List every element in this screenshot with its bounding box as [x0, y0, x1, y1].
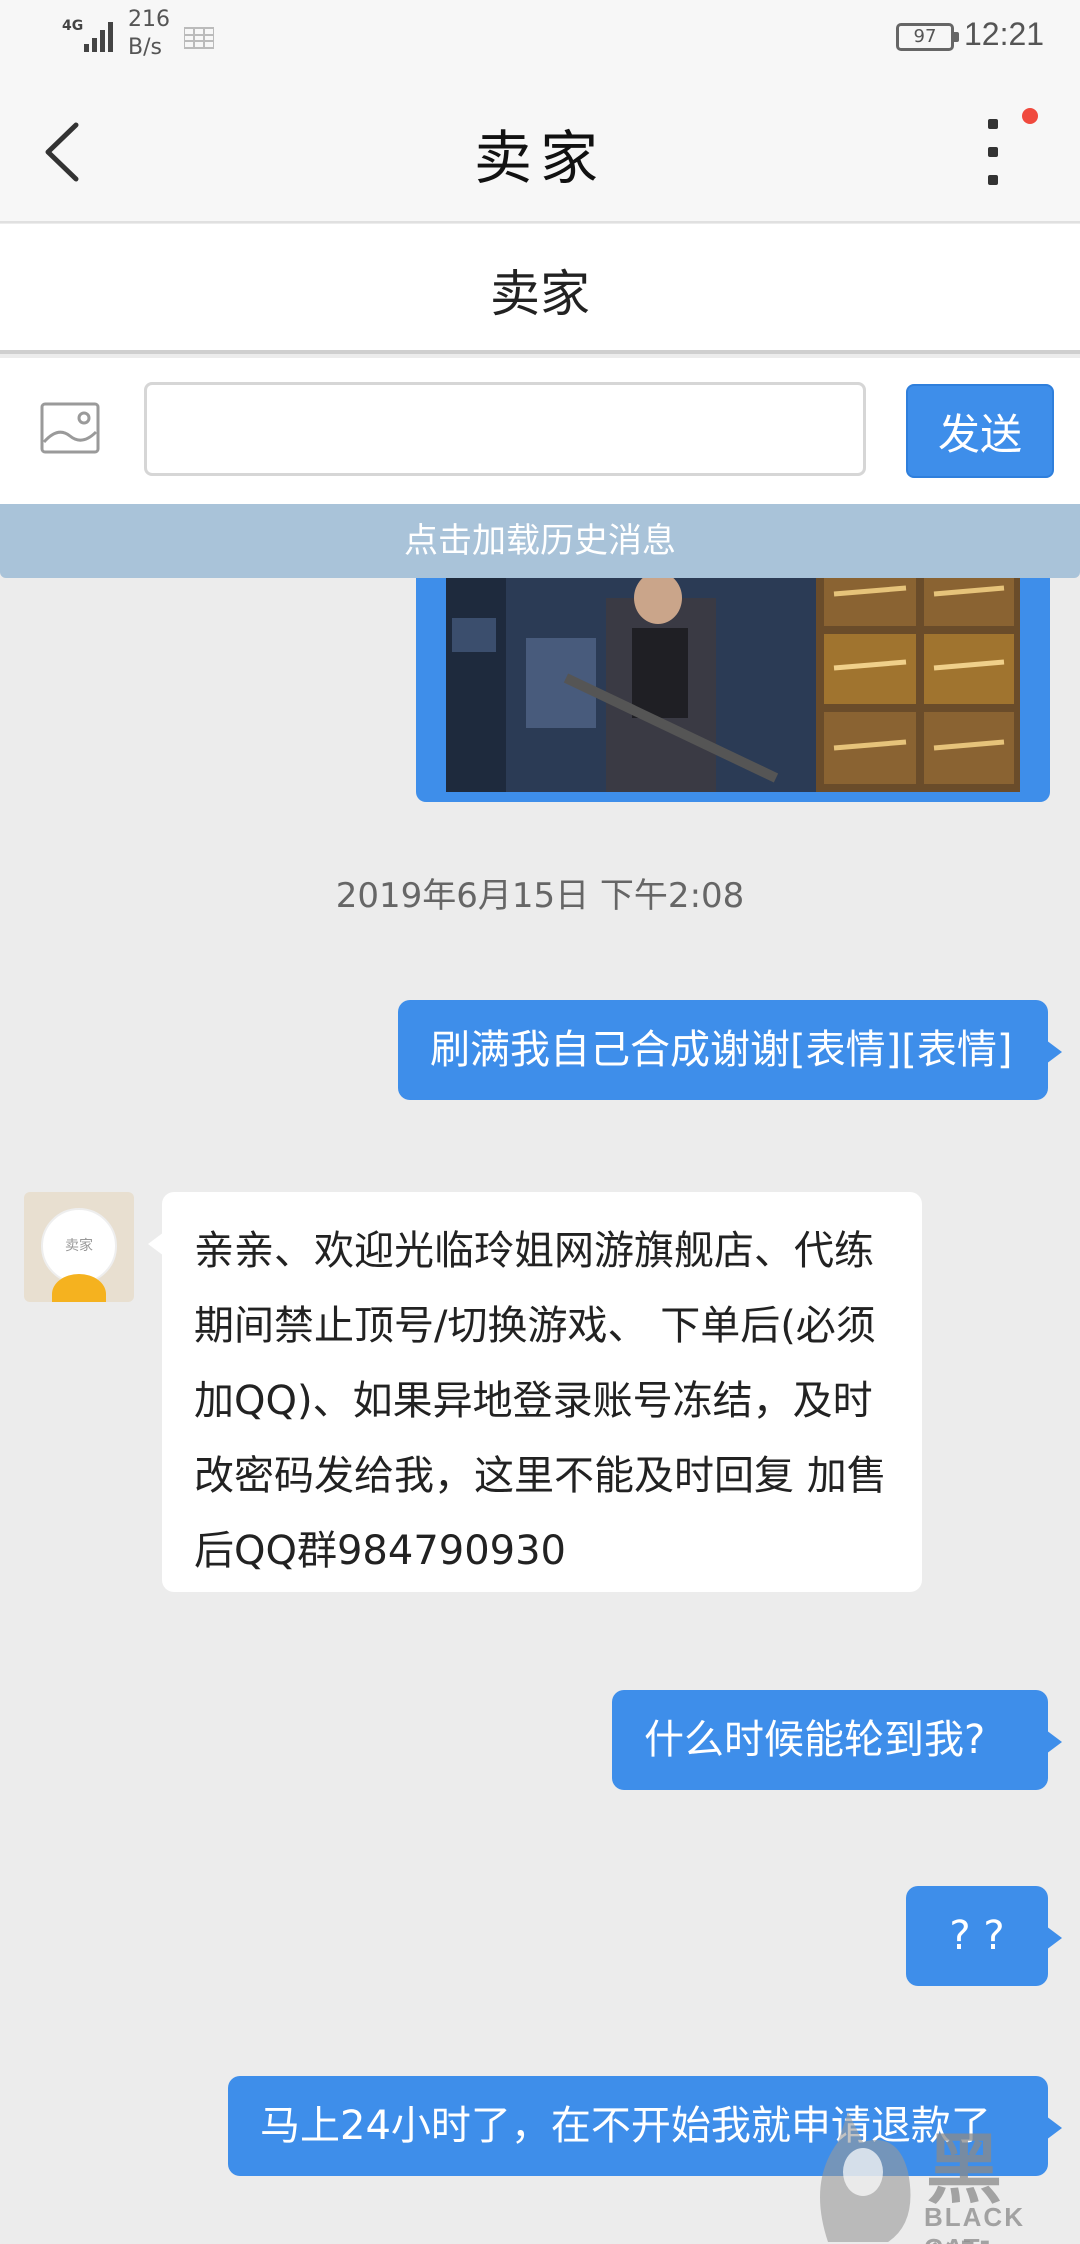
notification-dot: [1022, 108, 1038, 124]
image-icon[interactable]: [40, 402, 100, 454]
battery-indicator: 97: [896, 23, 959, 51]
chat-title: 卖家: [490, 265, 590, 323]
compose-bar: 发送: [0, 358, 1080, 504]
top-nav: 卖家: [0, 75, 1080, 223]
more-vertical-icon[interactable]: [970, 115, 1020, 195]
load-history-button[interactable]: 点击加载历史消息: [0, 504, 1080, 578]
outgoing-message[interactable]: 刷满我自己合成谢谢[表情][表情]: [398, 1000, 1062, 1100]
watermark-subtext: BLACK CAT: [924, 2202, 1025, 2244]
game-screenshot-image: [446, 578, 1020, 792]
clock: 12:21: [964, 16, 1045, 52]
notification-grid-icon: [184, 27, 214, 49]
send-button[interactable]: 发送: [906, 384, 1054, 478]
network-type: 4G: [62, 18, 84, 34]
message-timestamp: 2019年6月15日 下午2:08: [335, 876, 745, 916]
watermark-logo: 黑猫 BLACK CAT: [808, 2102, 1080, 2244]
cat-logo-icon: [820, 2112, 911, 2242]
network-speed: 216 B/s: [128, 7, 170, 60]
incoming-message[interactable]: 亲亲、欢迎光临玲姐网游旗舰店、代练期间禁止顶号/切换游戏、 下单后(必须加QQ)…: [148, 1192, 922, 1592]
seller-avatar[interactable]: 卖家: [24, 1192, 134, 1302]
chat-header: 卖家: [0, 224, 1080, 354]
status-bar: 4G 216 B/s 97 12:21: [0, 0, 1080, 75]
chat-area[interactable]: 2019年6月15日 下午2:08 刷满我自己合成谢谢[表情][表情] 卖家 亲…: [0, 578, 1080, 2244]
avatar-label: 卖家: [41, 1208, 117, 1284]
image-message[interactable]: [416, 578, 1050, 802]
page-title: 卖家: [473, 124, 606, 192]
outgoing-message[interactable]: 什么时候能轮到我?: [612, 1690, 1062, 1790]
message-input[interactable]: [144, 382, 866, 476]
outgoing-message[interactable]: ? ?: [906, 1886, 1062, 1986]
